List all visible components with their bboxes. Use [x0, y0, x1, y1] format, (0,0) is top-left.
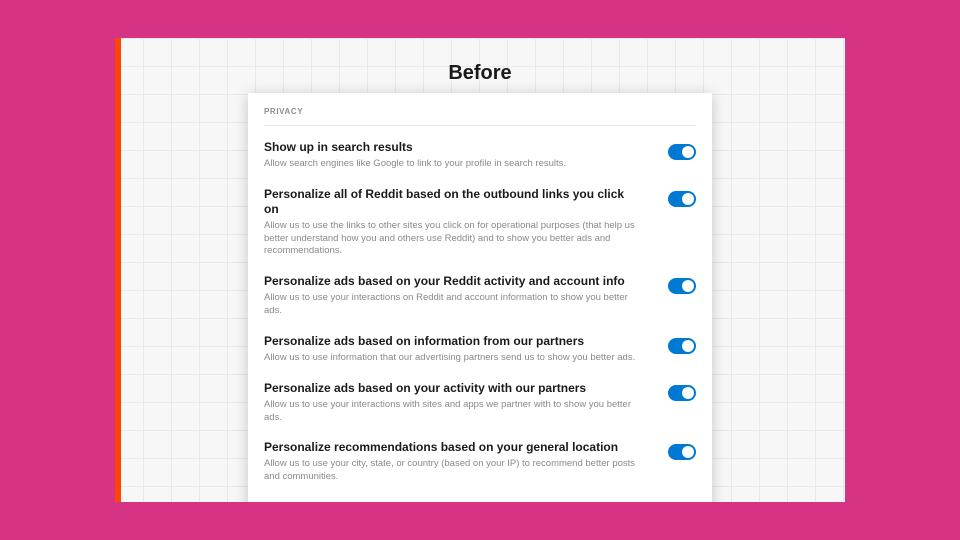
page-title: Before — [115, 62, 845, 85]
setting-description: Allow us to use your interactions on Red… — [264, 292, 642, 318]
setting-title: Personalize all of Reddit based on the o… — [264, 187, 642, 217]
section-label: PRIVACY — [264, 107, 696, 126]
setting-toggle[interactable] — [668, 191, 696, 207]
accent-bar — [115, 38, 121, 502]
setting-description: Allow us to use your interactions with s… — [264, 399, 642, 425]
setting-title: Personalize recommendations based on you… — [264, 440, 642, 455]
setting-title: Personalize ads based on your Reddit act… — [264, 274, 642, 289]
setting-row: Personalize recommendations based on you… — [264, 440, 696, 484]
setting-text: Personalize recommendations based on you… — [264, 440, 642, 484]
setting-text: Personalize ads based on your activity w… — [264, 381, 642, 425]
setting-description: Allow us to use your city, state, or cou… — [264, 458, 642, 484]
setting-toggle[interactable] — [668, 338, 696, 354]
setting-description: Allow search engines like Google to link… — [264, 158, 642, 171]
setting-toggle[interactable] — [668, 444, 696, 460]
setting-text: Personalize recommendations based on you… — [264, 500, 642, 502]
setting-toggle[interactable] — [668, 144, 696, 160]
setting-text: Personalize all of Reddit based on the o… — [264, 187, 642, 258]
setting-toggle[interactable] — [668, 385, 696, 401]
setting-text: Personalize ads based on your Reddit act… — [264, 274, 642, 318]
setting-title: Show up in search results — [264, 140, 642, 155]
setting-row: Personalize all of Reddit based on the o… — [264, 187, 696, 258]
setting-row: Personalize ads based on your Reddit act… — [264, 274, 696, 318]
setting-row: Personalize recommendations based on you… — [264, 500, 696, 502]
setting-row: Show up in search results Allow search e… — [264, 140, 696, 171]
setting-title: Personalize ads based on information fro… — [264, 334, 642, 349]
screenshot-backdrop: Before PRIVACY Show up in search results… — [115, 38, 845, 502]
setting-row: Personalize ads based on your activity w… — [264, 381, 696, 425]
setting-row: Personalize ads based on information fro… — [264, 334, 696, 365]
setting-description: Allow us to use information that our adv… — [264, 352, 642, 365]
privacy-settings-card: PRIVACY Show up in search results Allow … — [248, 93, 712, 502]
setting-text: Show up in search results Allow search e… — [264, 140, 642, 171]
setting-description: Allow us to use the links to other sites… — [264, 220, 642, 258]
setting-title: Personalize ads based on your activity w… — [264, 381, 642, 396]
setting-title: Personalize recommendations based on you… — [264, 500, 642, 502]
setting-toggle[interactable] — [668, 278, 696, 294]
setting-text: Personalize ads based on information fro… — [264, 334, 642, 365]
